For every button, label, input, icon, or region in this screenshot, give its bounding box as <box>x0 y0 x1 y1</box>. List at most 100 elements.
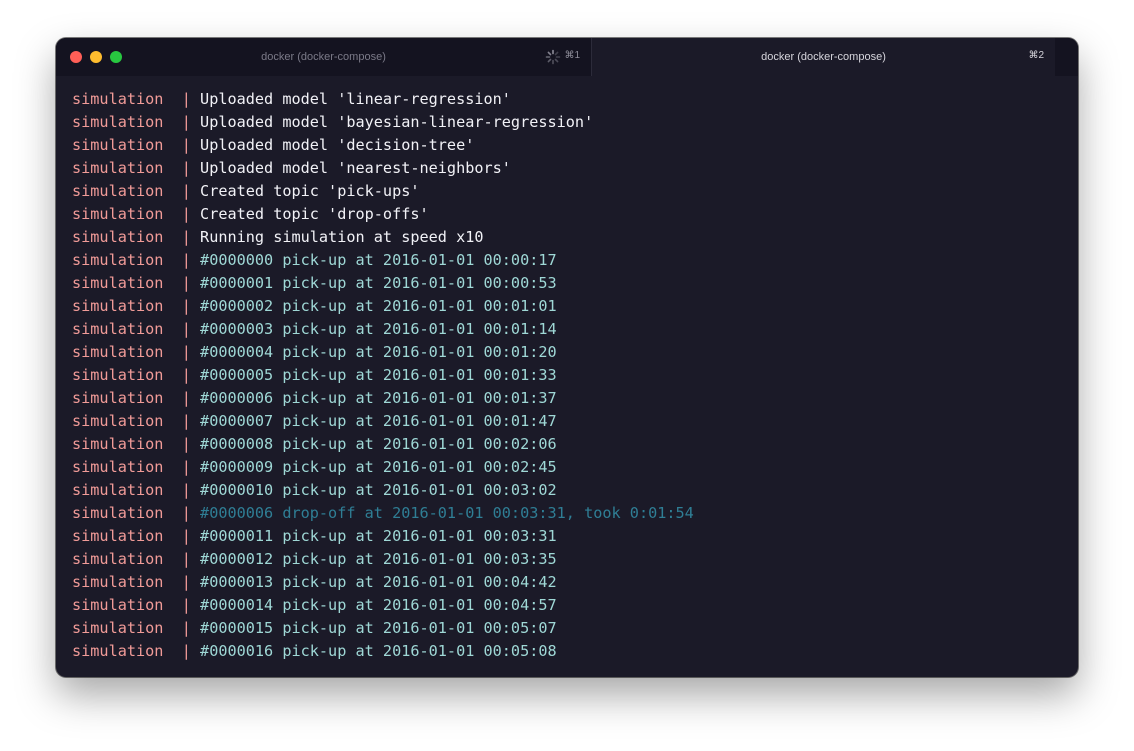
tab-title: docker (docker-compose) <box>761 51 886 63</box>
log-line: simulation | #0000015 pick-up at 2016-01… <box>72 617 1078 640</box>
service-name: simulation <box>72 366 164 384</box>
service-name: simulation <box>72 504 164 522</box>
service-name: simulation <box>72 550 164 568</box>
log-message: #0000016 pick-up at 2016-01-01 00:05:08 <box>200 642 557 660</box>
service-name: simulation <box>72 320 164 338</box>
log-line: simulation | #0000016 pick-up at 2016-01… <box>72 640 1078 663</box>
log-line: simulation | #0000004 pick-up at 2016-01… <box>72 341 1078 364</box>
log-message: #0000002 pick-up at 2016-01-01 00:01:01 <box>200 297 557 315</box>
separator: | <box>181 435 191 453</box>
log-message: #0000010 pick-up at 2016-01-01 00:03:02 <box>200 481 557 499</box>
separator: | <box>181 481 191 499</box>
log-line: simulation | #0000000 pick-up at 2016-01… <box>72 249 1078 272</box>
zoom-window-button[interactable] <box>110 51 122 63</box>
log-line: simulation | #0000007 pick-up at 2016-01… <box>72 410 1078 433</box>
log-line: simulation | #0000005 pick-up at 2016-01… <box>72 364 1078 387</box>
log-line: simulation | Created topic 'drop-offs' <box>72 203 1078 226</box>
separator: | <box>181 366 191 384</box>
log-message: #0000000 pick-up at 2016-01-01 00:00:17 <box>200 251 557 269</box>
tab-docker-1[interactable]: docker (docker-compose) ⌘1 <box>56 38 592 76</box>
separator: | <box>181 504 191 522</box>
log-line: simulation | Running simulation at speed… <box>72 226 1078 249</box>
terminal-output[interactable]: simulation | Uploaded model 'linear-regr… <box>56 76 1078 677</box>
separator: | <box>181 297 191 315</box>
log-line: simulation | Uploaded model 'nearest-nei… <box>72 157 1078 180</box>
separator: | <box>181 389 191 407</box>
tab-shortcut: ⌘2 <box>1028 50 1044 61</box>
separator: | <box>181 205 191 223</box>
separator: | <box>181 596 191 614</box>
separator: | <box>181 343 191 361</box>
log-message: #0000003 pick-up at 2016-01-01 00:01:14 <box>200 320 557 338</box>
service-name: simulation <box>72 573 164 591</box>
service-name: simulation <box>72 412 164 430</box>
log-message: #0000015 pick-up at 2016-01-01 00:05:07 <box>200 619 557 637</box>
log-line: simulation | #0000012 pick-up at 2016-01… <box>72 548 1078 571</box>
log-message: #0000014 pick-up at 2016-01-01 00:04:57 <box>200 596 557 614</box>
service-name: simulation <box>72 642 164 660</box>
log-message: Running simulation at speed x10 <box>200 228 484 246</box>
service-name: simulation <box>72 228 164 246</box>
service-name: simulation <box>72 205 164 223</box>
service-name: simulation <box>72 113 164 131</box>
service-name: simulation <box>72 297 164 315</box>
service-name: simulation <box>72 596 164 614</box>
log-message: #0000011 pick-up at 2016-01-01 00:03:31 <box>200 527 557 545</box>
terminal-window: docker (docker-compose) ⌘1 docker (docke… <box>56 38 1078 677</box>
separator: | <box>181 159 191 177</box>
separator: | <box>181 274 191 292</box>
separator: | <box>181 320 191 338</box>
spinner-icon <box>545 49 561 65</box>
separator: | <box>181 527 191 545</box>
tab-docker-2[interactable]: docker (docker-compose) ⌘2 <box>592 38 1055 76</box>
service-name: simulation <box>72 481 164 499</box>
log-line: simulation | #0000006 drop-off at 2016-0… <box>72 502 1078 525</box>
log-line: simulation | Uploaded model 'decision-tr… <box>72 134 1078 157</box>
log-line: simulation | #0000014 pick-up at 2016-01… <box>72 594 1078 617</box>
separator: | <box>181 573 191 591</box>
service-name: simulation <box>72 159 164 177</box>
close-window-button[interactable] <box>70 51 82 63</box>
log-message: #0000008 pick-up at 2016-01-01 00:02:06 <box>200 435 557 453</box>
log-line: simulation | #0000010 pick-up at 2016-01… <box>72 479 1078 502</box>
separator: | <box>181 619 191 637</box>
separator: | <box>181 458 191 476</box>
log-line: simulation | #0000006 pick-up at 2016-01… <box>72 387 1078 410</box>
separator: | <box>181 90 191 108</box>
tab-title: docker (docker-compose) <box>261 51 386 63</box>
log-message: #0000009 pick-up at 2016-01-01 00:02:45 <box>200 458 557 476</box>
log-line: simulation | #0000011 pick-up at 2016-01… <box>72 525 1078 548</box>
service-name: simulation <box>72 136 164 154</box>
minimize-window-button[interactable] <box>90 51 102 63</box>
log-line: simulation | #0000013 pick-up at 2016-01… <box>72 571 1078 594</box>
service-name: simulation <box>72 251 164 269</box>
log-message: #0000005 pick-up at 2016-01-01 00:01:33 <box>200 366 557 384</box>
log-message: Uploaded model 'decision-tree' <box>200 136 475 154</box>
log-message: #0000004 pick-up at 2016-01-01 00:01:20 <box>200 343 557 361</box>
log-message: #0000007 pick-up at 2016-01-01 00:01:47 <box>200 412 557 430</box>
service-name: simulation <box>72 343 164 361</box>
log-message: Uploaded model 'bayesian-linear-regressi… <box>200 113 594 131</box>
window-controls <box>70 51 122 63</box>
separator: | <box>181 228 191 246</box>
log-line: simulation | Uploaded model 'bayesian-li… <box>72 111 1078 134</box>
service-name: simulation <box>72 527 164 545</box>
log-message: #0000012 pick-up at 2016-01-01 00:03:35 <box>200 550 557 568</box>
log-message: #0000006 drop-off at 2016-01-01 00:03:31… <box>200 504 694 522</box>
service-name: simulation <box>72 274 164 292</box>
separator: | <box>181 136 191 154</box>
separator: | <box>181 113 191 131</box>
service-name: simulation <box>72 435 164 453</box>
service-name: simulation <box>72 182 164 200</box>
log-message: Created topic 'pick-ups' <box>200 182 420 200</box>
log-message: #0000013 pick-up at 2016-01-01 00:04:42 <box>200 573 557 591</box>
log-message: Uploaded model 'nearest-neighbors' <box>200 159 511 177</box>
service-name: simulation <box>72 458 164 476</box>
separator: | <box>181 642 191 660</box>
tab-bar: docker (docker-compose) ⌘1 docker (docke… <box>56 38 1078 76</box>
log-line: simulation | #0000002 pick-up at 2016-01… <box>72 295 1078 318</box>
log-message: Created topic 'drop-offs' <box>200 205 429 223</box>
log-message: #0000001 pick-up at 2016-01-01 00:00:53 <box>200 274 557 292</box>
separator: | <box>181 412 191 430</box>
log-line: simulation | #0000008 pick-up at 2016-01… <box>72 433 1078 456</box>
